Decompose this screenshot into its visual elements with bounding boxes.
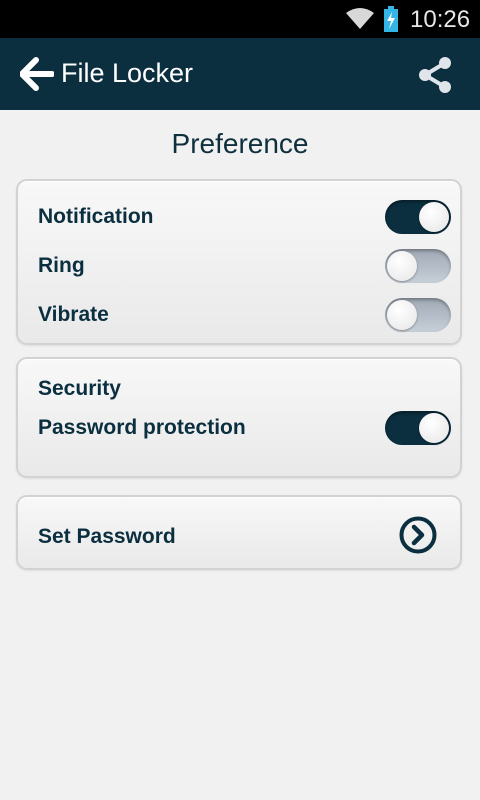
vibrate-toggle[interactable] bbox=[385, 298, 451, 332]
password-protection-label: Password protection bbox=[38, 416, 246, 439]
page-heading: Preference bbox=[171, 128, 309, 159]
security-card: Security Password protection bbox=[16, 357, 462, 478]
vibrate-label: Vibrate bbox=[38, 303, 109, 326]
share-icon[interactable] bbox=[415, 55, 455, 95]
app-title: File Locker bbox=[61, 58, 194, 88]
status-time: 10:26 bbox=[410, 6, 471, 33]
notification-settings-card: Notification Ring Vibrate bbox=[16, 179, 462, 345]
set-password-button[interactable]: Set Password bbox=[16, 495, 462, 570]
ring-toggle[interactable] bbox=[385, 249, 451, 283]
app-bar: File Locker bbox=[0, 38, 480, 110]
battery-charging-icon bbox=[383, 6, 399, 37]
set-password-label: Set Password bbox=[38, 525, 176, 548]
notification-label: Notification bbox=[38, 205, 154, 228]
chevron-right-circle-icon[interactable] bbox=[399, 516, 437, 554]
wifi-icon bbox=[345, 6, 375, 35]
toggle-knob bbox=[419, 413, 449, 443]
toggle-knob bbox=[387, 300, 417, 330]
status-bar: 10:26 bbox=[0, 0, 480, 38]
back-arrow-icon[interactable] bbox=[19, 57, 55, 91]
notification-toggle[interactable] bbox=[385, 200, 451, 234]
security-title: Security bbox=[38, 377, 121, 400]
password-protection-toggle[interactable] bbox=[385, 411, 451, 445]
ring-label: Ring bbox=[38, 254, 85, 277]
toggle-knob bbox=[387, 251, 417, 281]
toggle-knob bbox=[419, 202, 449, 232]
